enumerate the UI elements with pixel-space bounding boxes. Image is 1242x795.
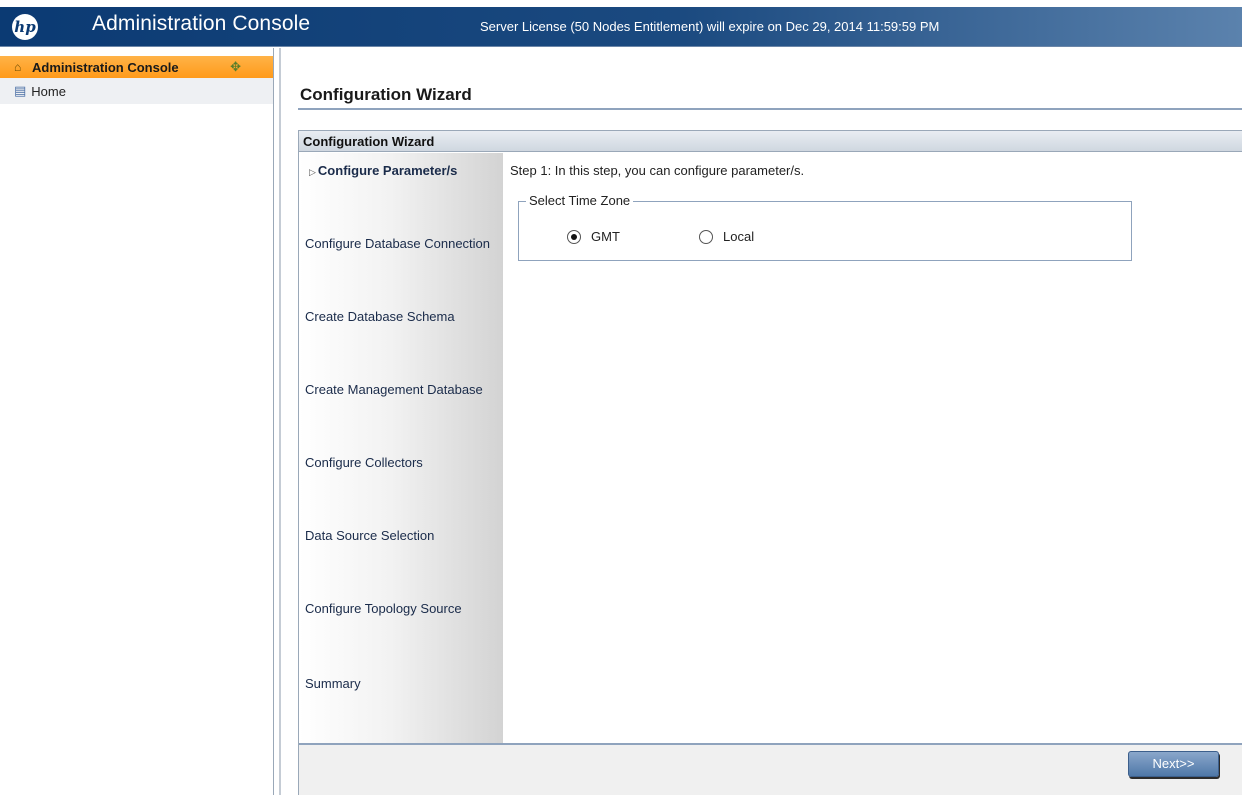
sidebar-item-label: Home (31, 83, 66, 99)
sidebar-splitter[interactable] (279, 48, 281, 795)
sidebar: ⌂ Administration Console ✥ ▤ Home (0, 48, 274, 795)
gmt-radio[interactable]: GMT (567, 229, 620, 244)
radio-unselected-icon (699, 229, 713, 244)
wizard-step-configure-parameters[interactable]: ▷ Configure Parameter/s (309, 163, 501, 180)
wizard-step-data-source-selection[interactable]: Data Source Selection (305, 528, 497, 544)
wizard-step-label: Configure Parameter/s (317, 163, 458, 178)
page-icon: ▤ (14, 83, 27, 98)
wizard-footer: Next>> (299, 743, 1242, 795)
local-radio-label: Local (723, 229, 755, 244)
wizard-step-configure-topology-source[interactable]: Configure Topology Source (305, 601, 497, 617)
title-divider (298, 108, 1242, 110)
configuration-wizard-panel: Configuration Wizard ▷ Configure Paramete… (298, 130, 1242, 795)
sidebar-item-home[interactable]: ▤ Home (0, 78, 273, 104)
local-radio[interactable]: Local (699, 229, 754, 244)
next-button[interactable]: Next>> (1128, 751, 1219, 777)
wizard-step-summary[interactable]: Summary (305, 676, 497, 692)
license-message: Server License (50 Nodes Entitlement) wi… (480, 19, 940, 34)
sidebar-section-admin-console[interactable]: ⌂ Administration Console ✥ (0, 56, 273, 78)
page-title: Configuration Wizard (300, 85, 472, 104)
radio-selected-icon (567, 229, 581, 244)
gmt-radio-label: GMT (591, 229, 620, 244)
hp-logo: hp (12, 14, 38, 40)
wizard-steps-list: ▷ Configure Parameter/s Configure Databas… (299, 153, 503, 744)
wizard-step-configure-collectors[interactable]: Configure Collectors (305, 455, 497, 471)
top-bar: hp Administration Console Server License… (0, 0, 1242, 47)
wizard-step-create-database-schema[interactable]: Create Database Schema (305, 309, 497, 325)
current-step-arrow-icon: ▷ (309, 167, 316, 177)
home-icon: ⌂ (14, 60, 22, 74)
wizard-panel-title: Configuration Wizard (299, 130, 1242, 152)
time-zone-fieldset: Select Time Zone GMT Local (518, 193, 1132, 261)
pin-icon[interactable]: ✥ (230, 59, 241, 75)
time-zone-legend: Select Time Zone (526, 193, 634, 208)
wizard-step-configure-database-connection[interactable]: Configure Database Connection (305, 236, 497, 252)
wizard-step-content: Step 1: In this step, you can configure … (503, 153, 1242, 744)
step-description: Step 1: In this step, you can configure … (510, 163, 805, 178)
app-title: Administration Console (92, 12, 311, 35)
sidebar-section-label: Administration Console (32, 59, 179, 75)
wizard-step-create-management-database[interactable]: Create Management Database (305, 382, 497, 398)
